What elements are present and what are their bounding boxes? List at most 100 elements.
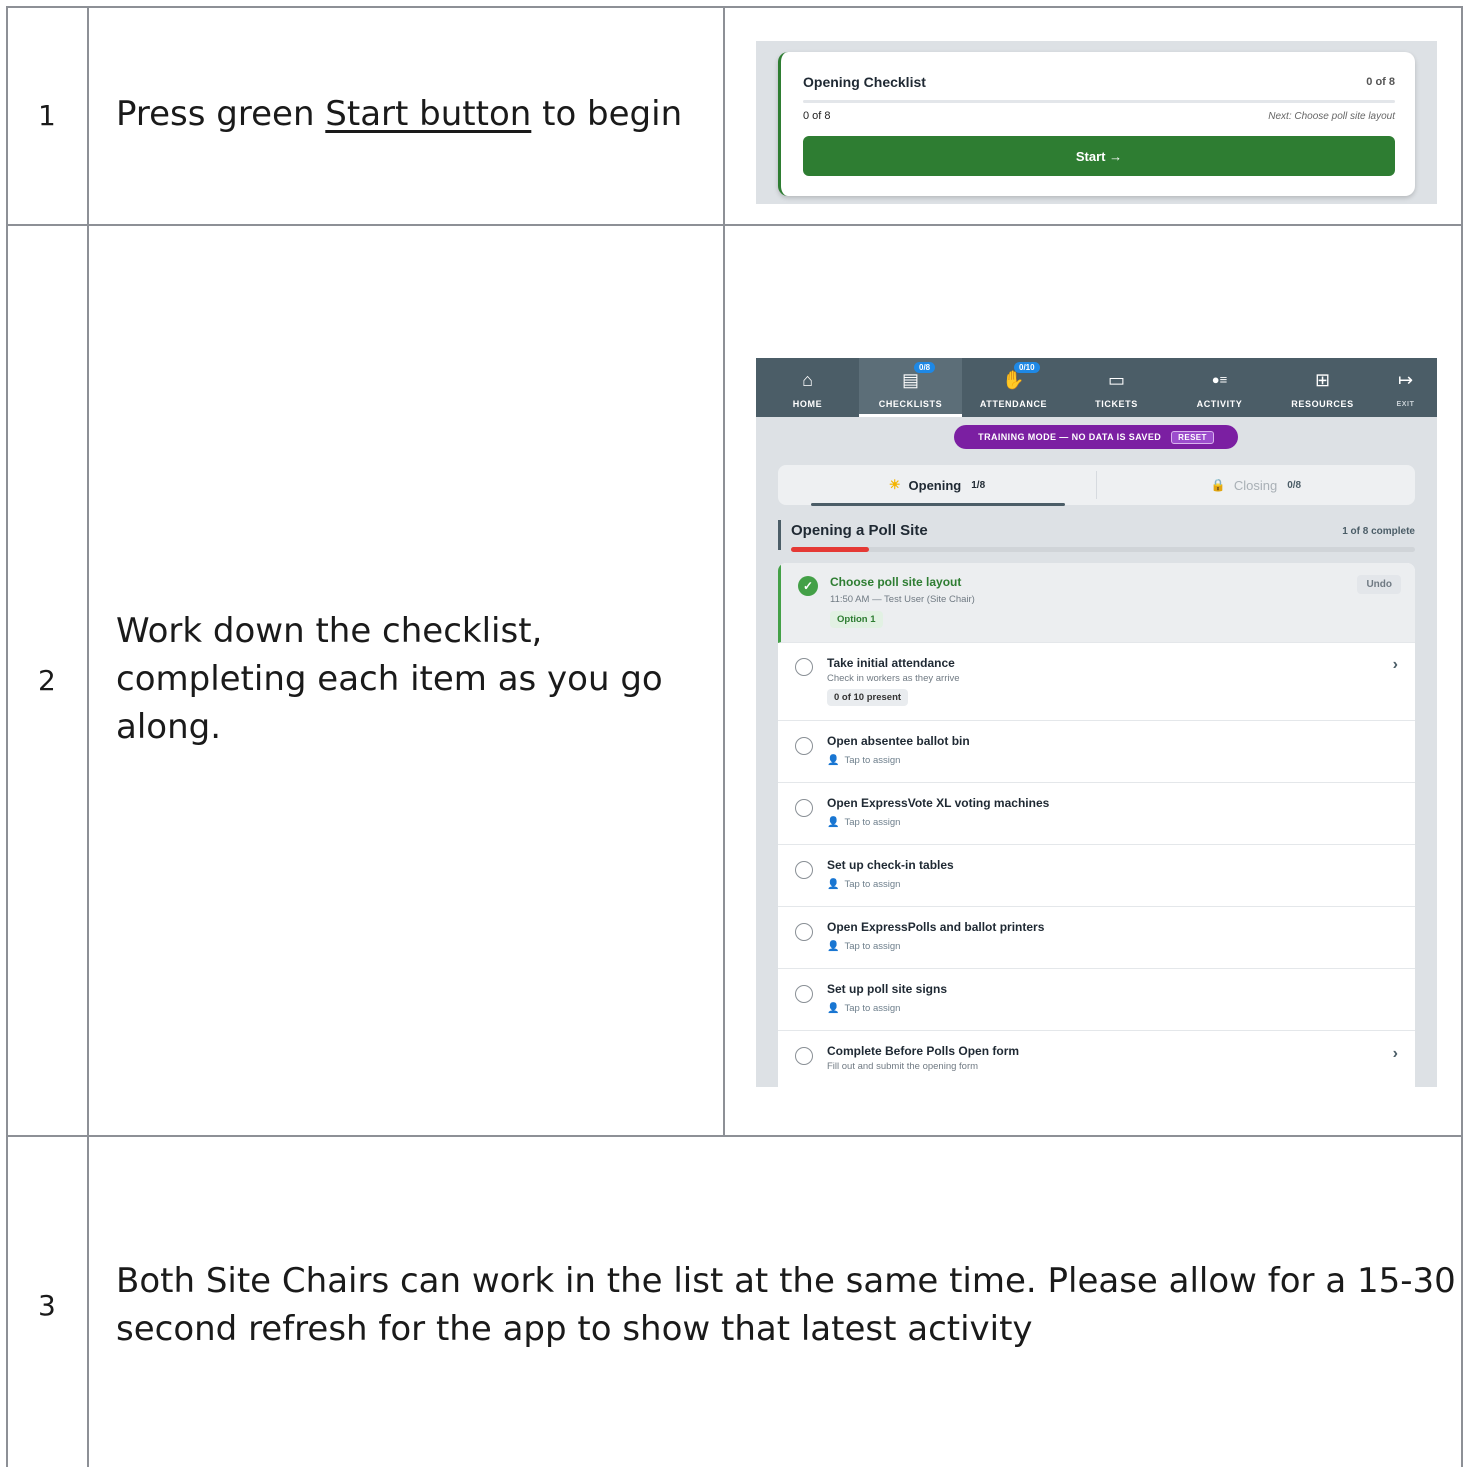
- item-title: Open ExpressPolls and ballot printers: [827, 920, 1045, 934]
- tab-count: 1/8: [971, 479, 986, 491]
- tab-label: Closing: [1233, 477, 1278, 493]
- book-icon: ⊞: [1314, 370, 1331, 390]
- list-item[interactable]: Open absentee ballot bin 👤 Tap to assign: [778, 721, 1415, 783]
- list-item[interactable]: Complete Before Polls Open form Fill out…: [778, 1031, 1415, 1087]
- assign-label: Tap to assign: [844, 879, 901, 890]
- tab-opening[interactable]: ☀ Opening 1/8: [778, 465, 1096, 505]
- item-title: Open absentee ballot bin: [827, 734, 970, 748]
- step-number: 3: [38, 1289, 56, 1322]
- step-text-line: Work down the checklist,: [116, 611, 543, 651]
- active-tab-indicator: [811, 503, 1065, 506]
- step-text-line: second refresh for the app to show that …: [116, 1309, 1033, 1349]
- tab-closing[interactable]: 🔒 Closing 0/8: [1097, 465, 1415, 505]
- step-text-line: along.: [116, 707, 222, 747]
- list-item[interactable]: Open ExpressVote XL voting machines 👤 Tap…: [778, 783, 1415, 845]
- unchecked-circle-icon[interactable]: [795, 861, 813, 879]
- nav-home[interactable]: ⌂ HOME: [756, 358, 859, 417]
- screenshot-opening-checklist-card: Opening Checklist 0 of 8 0 of 8 Next: Ch…: [756, 41, 1437, 204]
- assign-link[interactable]: 👤 Tap to assign: [827, 941, 900, 952]
- nav-badge: 0/10: [1014, 362, 1040, 373]
- unchecked-circle-icon[interactable]: [795, 737, 813, 755]
- step-text-part: to begin: [531, 94, 683, 134]
- chevron-right-icon[interactable]: ›: [1393, 1045, 1398, 1063]
- section-title: Opening a Poll Site: [791, 522, 928, 539]
- chevron-right-icon[interactable]: ›: [1393, 656, 1398, 674]
- assign-label: Tap to assign: [844, 1003, 901, 1014]
- section-progress-fill: [791, 547, 869, 552]
- tab-label: Opening: [908, 477, 962, 493]
- nav-resources[interactable]: ⊞ RESOURCES: [1271, 358, 1374, 417]
- item-subtitle: Fill out and submit the opening form: [827, 1061, 979, 1072]
- step-number: 1: [38, 99, 56, 132]
- checkmark-icon: ✓: [798, 576, 818, 596]
- assign-label: Tap to assign: [844, 817, 901, 828]
- list-item[interactable]: Set up check-in tables 👤 Tap to assign: [778, 845, 1415, 907]
- person-icon: 👤: [827, 817, 840, 828]
- item-subtitle: Check in workers as they arrive: [827, 673, 960, 684]
- list-item[interactable]: ✓ Choose poll site layout 11:50 AM — Tes…: [778, 563, 1415, 643]
- undo-button[interactable]: Undo: [1357, 575, 1401, 594]
- clipboard-icon: ▤: [901, 370, 920, 390]
- step-text-line: Both Site Chairs can work in the list at…: [116, 1261, 1456, 1301]
- person-icon: 👤: [827, 1003, 840, 1014]
- checklist-tabs: ☀ Opening 1/8 🔒 Closing 0/8: [778, 465, 1415, 506]
- nav-activity[interactable]: ●≡ ACTIVITY: [1168, 358, 1271, 417]
- card-title: Opening Checklist: [803, 74, 926, 90]
- list-item[interactable]: Open ExpressPolls and ballot printers 👤 T…: [778, 907, 1415, 969]
- start-button[interactable]: Start →: [803, 136, 1395, 176]
- nav-checklists[interactable]: ▤ 0/8 CHECKLISTS: [859, 358, 962, 417]
- training-mode-banner: TRAINING MODE — NO DATA IS SAVED RESET: [954, 425, 1238, 449]
- nav-label: EXIT: [1396, 401, 1415, 408]
- assign-link[interactable]: 👤 Tap to assign: [827, 755, 900, 766]
- item-title: Open ExpressVote XL voting machines: [827, 796, 1050, 810]
- item-title: Set up check-in tables: [827, 858, 954, 872]
- unchecked-circle-icon[interactable]: [795, 799, 813, 817]
- card-next-item: Next: Choose poll site layout: [1268, 111, 1395, 122]
- nav-label: HOME: [792, 399, 823, 409]
- step-text-part: Press green: [116, 94, 326, 134]
- item-title: Take initial attendance: [827, 656, 955, 670]
- item-title: Set up poll site signs: [827, 982, 948, 996]
- nav-exit[interactable]: ↦ EXIT: [1374, 358, 1437, 417]
- item-title: Choose poll site layout: [830, 575, 962, 589]
- step-text: Both Site Chairs can work in the list at…: [116, 1257, 1456, 1353]
- training-mode-text: TRAINING MODE — NO DATA IS SAVED: [978, 432, 1162, 442]
- home-icon: ⌂: [802, 370, 813, 390]
- section-progress-bar: [791, 547, 1415, 552]
- unchecked-circle-icon[interactable]: [795, 1047, 813, 1065]
- top-nav-bar: ⌂ HOME ▤ 0/8 CHECKLISTS ✋ 0/10 ATTENDANC…: [756, 358, 1437, 417]
- list-item[interactable]: Take initial attendance Check in workers…: [778, 643, 1415, 721]
- person-icon: 👤: [827, 755, 840, 766]
- assign-label: Tap to assign: [844, 941, 901, 952]
- table-border-top: [6, 6, 1463, 8]
- table-border-right: [1461, 6, 1463, 1467]
- item-subtitle: 11:50 AM — Test User (Site Chair): [830, 594, 975, 605]
- step-text: Work down the checklist, completing each…: [116, 607, 663, 751]
- card-count: 0 of 8: [1366, 76, 1395, 88]
- tab-count: 0/8: [1287, 479, 1302, 491]
- unchecked-circle-icon[interactable]: [795, 985, 813, 1003]
- table-row-divider: [6, 224, 1463, 226]
- sun-icon: ☀: [888, 477, 901, 492]
- screenshot-checklist-screen: ⌂ HOME ▤ 0/8 CHECKLISTS ✋ 0/10 ATTENDANC…: [756, 358, 1437, 1087]
- exit-icon: ↦: [1397, 370, 1414, 390]
- reset-button[interactable]: RESET: [1171, 430, 1214, 444]
- nav-label: ATTENDANCE: [979, 399, 1048, 409]
- list-item[interactable]: Set up poll site signs 👤 Tap to assign: [778, 969, 1415, 1031]
- unchecked-circle-icon[interactable]: [795, 923, 813, 941]
- unchecked-circle-icon[interactable]: [795, 658, 813, 676]
- table-column-divider: [87, 6, 89, 1467]
- step-number: 2: [38, 664, 56, 697]
- step-text-line: completing each item as you go: [116, 659, 663, 699]
- table-row-divider: [6, 1135, 1463, 1137]
- nav-attendance[interactable]: ✋ 0/10 ATTENDANCE: [962, 358, 1065, 417]
- assign-link[interactable]: 👤 Tap to assign: [827, 879, 900, 890]
- nav-badge: 0/8: [914, 362, 936, 373]
- nav-label: TICKETS: [1095, 399, 1138, 409]
- person-icon: 👤: [827, 941, 840, 952]
- assign-link[interactable]: 👤 Tap to assign: [827, 817, 900, 828]
- step-text: Press green Start button to begin: [116, 90, 682, 138]
- assign-link[interactable]: 👤 Tap to assign: [827, 1003, 900, 1014]
- card-progress-text: 0 of 8: [803, 110, 831, 122]
- nav-tickets[interactable]: ▭ TICKETS: [1065, 358, 1168, 417]
